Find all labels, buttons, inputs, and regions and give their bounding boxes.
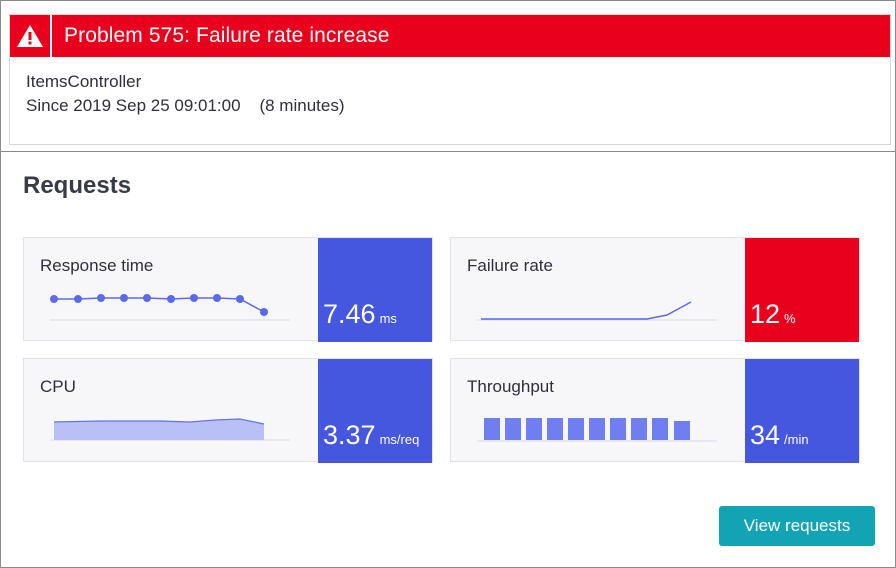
metric-value: 3.37	[323, 420, 376, 450]
metric-label: Response time	[40, 256, 154, 275]
problem-card[interactable]: Problem 575: Failure rate increase Items…	[9, 14, 891, 145]
metric-value-box: 3.37 ms/req	[318, 359, 432, 463]
problem-title[interactable]: Problem 575: Failure rate increase	[52, 24, 390, 48]
problem-since: Since 2019 Sep 25 09:01:00 (8 minutes)	[26, 96, 345, 115]
metric-label: Throughput	[467, 377, 554, 396]
metric-unit: %	[784, 311, 796, 326]
metric-label: Failure rate	[467, 256, 553, 275]
metric-value-box: 34/min	[745, 359, 859, 463]
metric-value-box: 7.46 ms	[318, 238, 432, 342]
metric-unit: ms/req	[379, 432, 420, 447]
response-time-sparkline	[50, 294, 290, 321]
metric-tile-throughput[interactable]: Throughput 34/min	[450, 358, 860, 463]
problem-entity: ItemsController	[26, 72, 142, 91]
view-requests-button[interactable]: View requests	[719, 506, 875, 546]
warning-triangle-icon	[10, 15, 52, 57]
metric-tile-failure-rate[interactable]: Failure rate 12%	[450, 237, 860, 342]
problem-header: Problem 575: Failure rate increase	[10, 15, 890, 57]
divider	[0, 151, 896, 152]
failure-rate-sparkline	[477, 301, 717, 321]
metric-unit: /min	[784, 432, 809, 447]
throughput-bar-chart	[477, 418, 717, 442]
cpu-area-chart	[50, 418, 290, 441]
metric-value: 12	[750, 299, 781, 329]
metric-value: 34	[750, 420, 781, 450]
metric-unit: ms	[379, 311, 397, 326]
metric-value: 7.46	[323, 299, 376, 329]
section-title: Requests	[23, 172, 132, 199]
metric-tile-response-time[interactable]: Response time 7.46 ms	[23, 237, 433, 342]
metric-label: CPU	[40, 377, 76, 396]
metric-value-box: 12%	[745, 238, 859, 342]
metric-tile-cpu[interactable]: CPU 3.37 ms/req	[23, 358, 433, 463]
